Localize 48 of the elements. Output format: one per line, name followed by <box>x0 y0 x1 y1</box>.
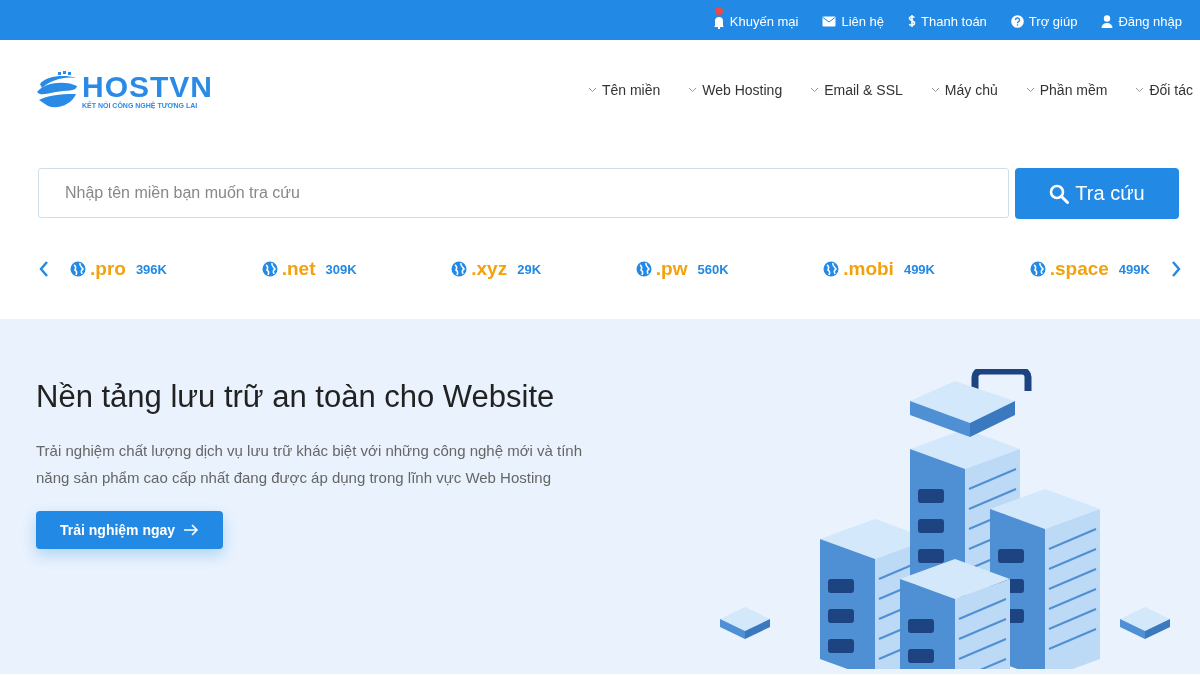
globe-icon <box>1029 261 1046 277</box>
search-icon <box>1049 183 1070 204</box>
globe-logo-icon <box>36 70 78 110</box>
chevron-down-icon <box>930 87 940 93</box>
chevron-down-icon <box>688 87 698 93</box>
top-link[interactable]: Thanh toán <box>908 6 987 34</box>
top-link[interactable]: Đăng nhập <box>1101 6 1182 34</box>
question-icon <box>1010 14 1024 28</box>
nav-menu-item[interactable]: Phần mềm <box>1025 82 1108 98</box>
chevron-down-icon <box>587 87 597 93</box>
domain-price: 560K <box>697 261 729 277</box>
chevron-down-icon <box>810 87 820 93</box>
logo-wordmark: HOSTVN <box>82 71 213 102</box>
nav-menu-item[interactable]: Máy chủ <box>930 82 998 98</box>
globe-icon <box>261 261 278 277</box>
hero-title: Nền tảng lưu trữ an toàn cho Website <box>36 379 556 415</box>
domain-extension: .net <box>281 258 316 280</box>
search-button[interactable]: Tra cứu <box>1015 168 1179 219</box>
domain-price: 396K <box>135 261 167 277</box>
domain-extension: .pro <box>90 258 126 280</box>
nav-menu-item[interactable]: Đối tác <box>1135 82 1193 98</box>
user-icon <box>1101 14 1114 28</box>
globe-icon <box>70 261 86 277</box>
domain-extension: .mobi <box>843 258 894 280</box>
domain-price: 309K <box>325 261 357 277</box>
try-now-button[interactable]: Trải nghiệm ngay <box>36 511 224 549</box>
top-link[interactable]: Liên hệ <box>822 6 885 34</box>
domain-price: 499K <box>903 261 935 277</box>
envelope-icon <box>822 15 837 27</box>
arrow-right-icon <box>183 524 200 536</box>
domain-search-field[interactable]: Nhập tên miền bạn muốn tra cứu <box>38 168 1009 218</box>
dollar-icon <box>908 14 917 28</box>
domain-extension: .space <box>1049 258 1109 280</box>
top-link[interactable]: Khuyến mại <box>712 6 799 34</box>
chevron-down-icon <box>1025 87 1035 93</box>
globe-icon <box>635 261 652 277</box>
nav-menu-item[interactable]: Tên miền <box>587 82 661 98</box>
globe-icon <box>823 261 840 277</box>
domain-price: 29K <box>517 261 542 277</box>
globe-icon <box>451 261 468 277</box>
domain-extension: .xyz <box>471 258 508 280</box>
top-link[interactable]: Trợ giúp <box>1010 6 1078 34</box>
nav-menu-item[interactable]: Web Hosting <box>688 82 783 98</box>
domain-price: 499K <box>1118 261 1150 277</box>
chevron-down-icon <box>1135 87 1145 93</box>
domain-extension: .pw <box>655 258 688 280</box>
nav-menu-item[interactable]: Email & SSL <box>810 82 903 98</box>
hero-description: Trải nghiệm chất lượng dịch vụ lưu trữ khác biệt với những công nghệ mới và tính năng sản phẩm cao cấp nhất đang được áp dụng trong lĩnh vực Web Hosting <box>36 441 584 488</box>
